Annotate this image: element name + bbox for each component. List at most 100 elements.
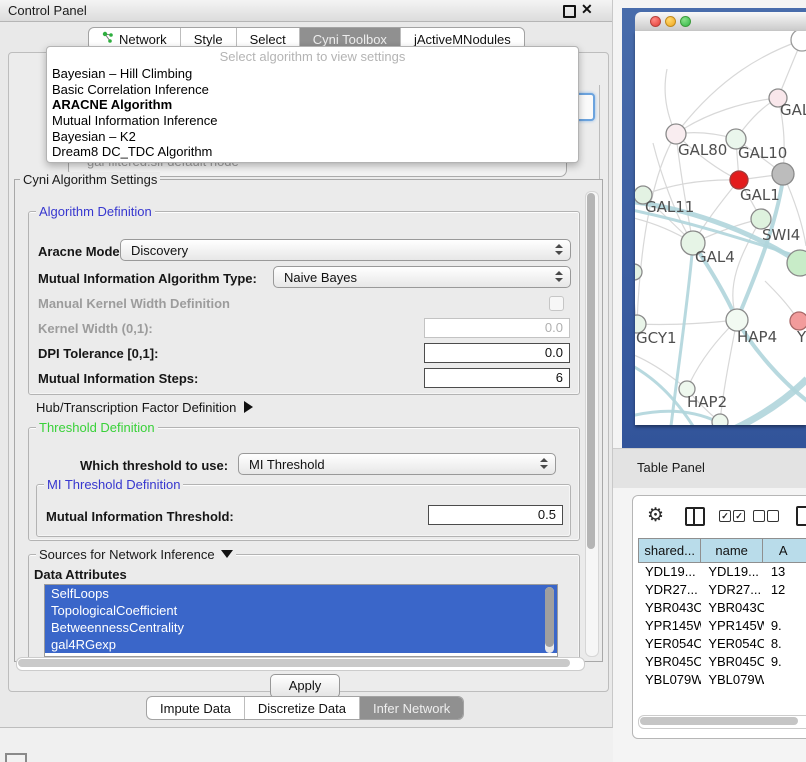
algorithm-option[interactable]: ARACNE Algorithm <box>47 97 578 113</box>
close-traffic-light[interactable] <box>650 16 661 27</box>
deselect-all-checkbox-icon2[interactable] <box>767 510 779 522</box>
algorithm-option[interactable]: Dream8 DC_TDC Algorithm <box>47 144 578 160</box>
partial-toolbar-icon[interactable] <box>796 506 806 526</box>
table-cell[interactable]: 9. <box>764 653 806 671</box>
table-cell[interactable]: YDL19... <box>638 563 701 581</box>
table-row[interactable]: YBR045CYBR045C9. <box>638 653 806 671</box>
table-cell[interactable]: 12 <box>764 581 806 599</box>
table-row[interactable]: YLR345WYLR345W9. <box>638 689 806 690</box>
table-cell[interactable]: 9. <box>764 689 806 690</box>
table-cell[interactable]: YDR27... <box>701 581 764 599</box>
table-cell[interactable]: YLR345W <box>638 689 701 690</box>
table-row[interactable]: YDR27...YDR27...12 <box>638 581 806 599</box>
network-node-labels: GALGAL80GAL10GAL1GAL11SWI4GAL4GCY1HAP4YH… <box>636 101 806 411</box>
attribute-item[interactable]: SelfLoops <box>45 585 557 602</box>
algorithm-option[interactable]: Bayesian – Hill Climbing <box>47 66 578 82</box>
table-horizontal-scrollbar[interactable] <box>638 715 806 729</box>
network-node[interactable] <box>772 163 794 185</box>
select-all-checkbox-icon[interactable]: ✓ <box>719 510 731 522</box>
table-cell[interactable] <box>764 671 806 689</box>
attributes-scrollbar-thumb[interactable] <box>545 587 554 647</box>
tab-infer-network[interactable]: Infer Network <box>360 697 463 719</box>
mi-steps-input[interactable]: 6 <box>424 368 570 388</box>
close-icon[interactable]: ✕ <box>581 1 593 18</box>
network-node[interactable] <box>787 250 806 276</box>
network-node[interactable] <box>791 31 806 51</box>
table-row[interactable]: YDL19...YDL19...13 <box>638 563 806 581</box>
algorithm-option[interactable]: Mutual Information Inference <box>47 113 578 129</box>
table-cell[interactable]: YBR043C <box>701 599 764 617</box>
table-cell[interactable]: YLR345W <box>701 689 764 690</box>
minimized-panel-icon[interactable] <box>5 753 27 762</box>
table-cell[interactable]: YPR145W <box>638 617 701 635</box>
algorithm-option[interactable]: Basic Correlation Inference <box>47 82 578 98</box>
table-row[interactable]: YBR043CYBR043C <box>638 599 806 617</box>
kernel-width-label: Kernel Width (0,1): <box>38 321 153 336</box>
network-view-canvas[interactable]: GALGAL80GAL10GAL1GAL11SWI4GAL4GCY1HAP4YH… <box>635 31 806 425</box>
data-attributes-list[interactable]: SelfLoopsTopologicalCoefficientBetweenne… <box>44 584 558 657</box>
control-panel-title: Control Panel <box>8 3 87 18</box>
column-layout-icon[interactable] <box>685 507 705 526</box>
column-header[interactable]: A <box>762 538 806 563</box>
gear-icon[interactable]: ⚙ <box>647 504 664 527</box>
kernel-width-input[interactable]: 0.0 <box>424 318 570 338</box>
table-cell[interactable]: 8. <box>764 635 806 653</box>
apply-button[interactable]: Apply <box>270 674 340 698</box>
select-all-checkbox-icon2[interactable]: ✓ <box>733 510 745 522</box>
table-cell[interactable]: YBR045C <box>701 653 764 671</box>
table-cell[interactable]: 9. <box>764 617 806 635</box>
network-node-label: GAL10 <box>738 144 787 162</box>
attribute-item[interactable]: TopologicalCoefficient <box>45 602 557 619</box>
table-cell[interactable] <box>764 599 806 617</box>
network-node[interactable] <box>712 414 728 425</box>
dpi-tolerance-input[interactable]: 0.0 <box>424 343 570 363</box>
table-cell[interactable]: YBR043C <box>638 599 701 617</box>
network-node-label: GAL80 <box>678 141 727 159</box>
mi-type-combo[interactable]: Naive Bayes <box>273 266 571 288</box>
tab-impute-data[interactable]: Impute Data <box>147 697 245 719</box>
manual-kernel-checkbox[interactable] <box>549 296 564 311</box>
settings-hscroll-thumb[interactable] <box>18 659 570 667</box>
mi-threshold-title: MI Threshold Definition <box>44 477 183 492</box>
table-cell[interactable]: YDL19... <box>701 563 764 581</box>
table-toolbar: ⚙ ✓ ✓ <box>633 496 806 538</box>
attribute-item[interactable]: gal4RGexp <box>45 636 557 653</box>
attribute-item[interactable]: BetweennessCentrality <box>45 619 557 636</box>
dpi-tolerance-label: DPI Tolerance [0,1]: <box>38 346 158 361</box>
table-cell[interactable]: YER054C <box>701 635 764 653</box>
table-cell[interactable]: 13 <box>764 563 806 581</box>
network-node-label: GCY1 <box>636 329 677 347</box>
zoom-traffic-light[interactable] <box>680 16 691 27</box>
mi-threshold-input[interactable]: 0.5 <box>428 505 563 525</box>
table-cell[interactable]: YBL079W <box>701 671 764 689</box>
table-row[interactable]: YBL079WYBL079W <box>638 671 806 689</box>
table-row[interactable]: YER054CYER054C8. <box>638 635 806 653</box>
table-cell[interactable]: YPR145W <box>701 617 764 635</box>
column-header[interactable]: name <box>700 538 762 563</box>
table-cell[interactable]: YBL079W <box>638 671 701 689</box>
table-hscroll-thumb[interactable] <box>640 717 798 725</box>
network-window-titlebar[interactable] <box>635 12 806 32</box>
settings-vertical-scrollbar[interactable] <box>585 191 599 657</box>
table-row[interactable]: YPR145WYPR145W9. <box>638 617 806 635</box>
column-header[interactable]: shared... <box>638 538 700 563</box>
settings-horizontal-scrollbar[interactable] <box>16 657 585 671</box>
settings-vscroll-thumb[interactable] <box>587 193 595 549</box>
deselect-all-checkbox-icon[interactable] <box>753 510 765 522</box>
float-window-icon[interactable] <box>563 5 576 18</box>
algorithm-option[interactable]: Bayesian – K2 <box>47 129 578 145</box>
table-cell[interactable]: YER054C <box>638 635 701 653</box>
table-cell[interactable]: YBR045C <box>638 653 701 671</box>
table-cell[interactable]: YDR27... <box>638 581 701 599</box>
cyni-bottom-tab-bar: Impute Data Discretize Data Infer Networ… <box>146 696 464 720</box>
which-threshold-combo[interactable]: MI Threshold <box>238 453 556 475</box>
aracne-mode-combo[interactable]: Discovery <box>120 239 571 261</box>
attributes-scrollbar[interactable] <box>545 587 554 653</box>
minimize-traffic-light[interactable] <box>665 16 676 27</box>
tab-discretize-data[interactable]: Discretize Data <box>245 697 360 719</box>
algorithm-popup-list: Bayesian – Hill ClimbingBasic Correlatio… <box>47 66 578 160</box>
collapse-arrow-icon <box>221 550 233 558</box>
hub-definition-toggle[interactable]: Hub/Transcription Factor Definition <box>36 400 253 415</box>
sources-toggle[interactable]: Sources for Network Inference <box>36 547 236 562</box>
network-node-label: HAP4 <box>737 328 777 346</box>
